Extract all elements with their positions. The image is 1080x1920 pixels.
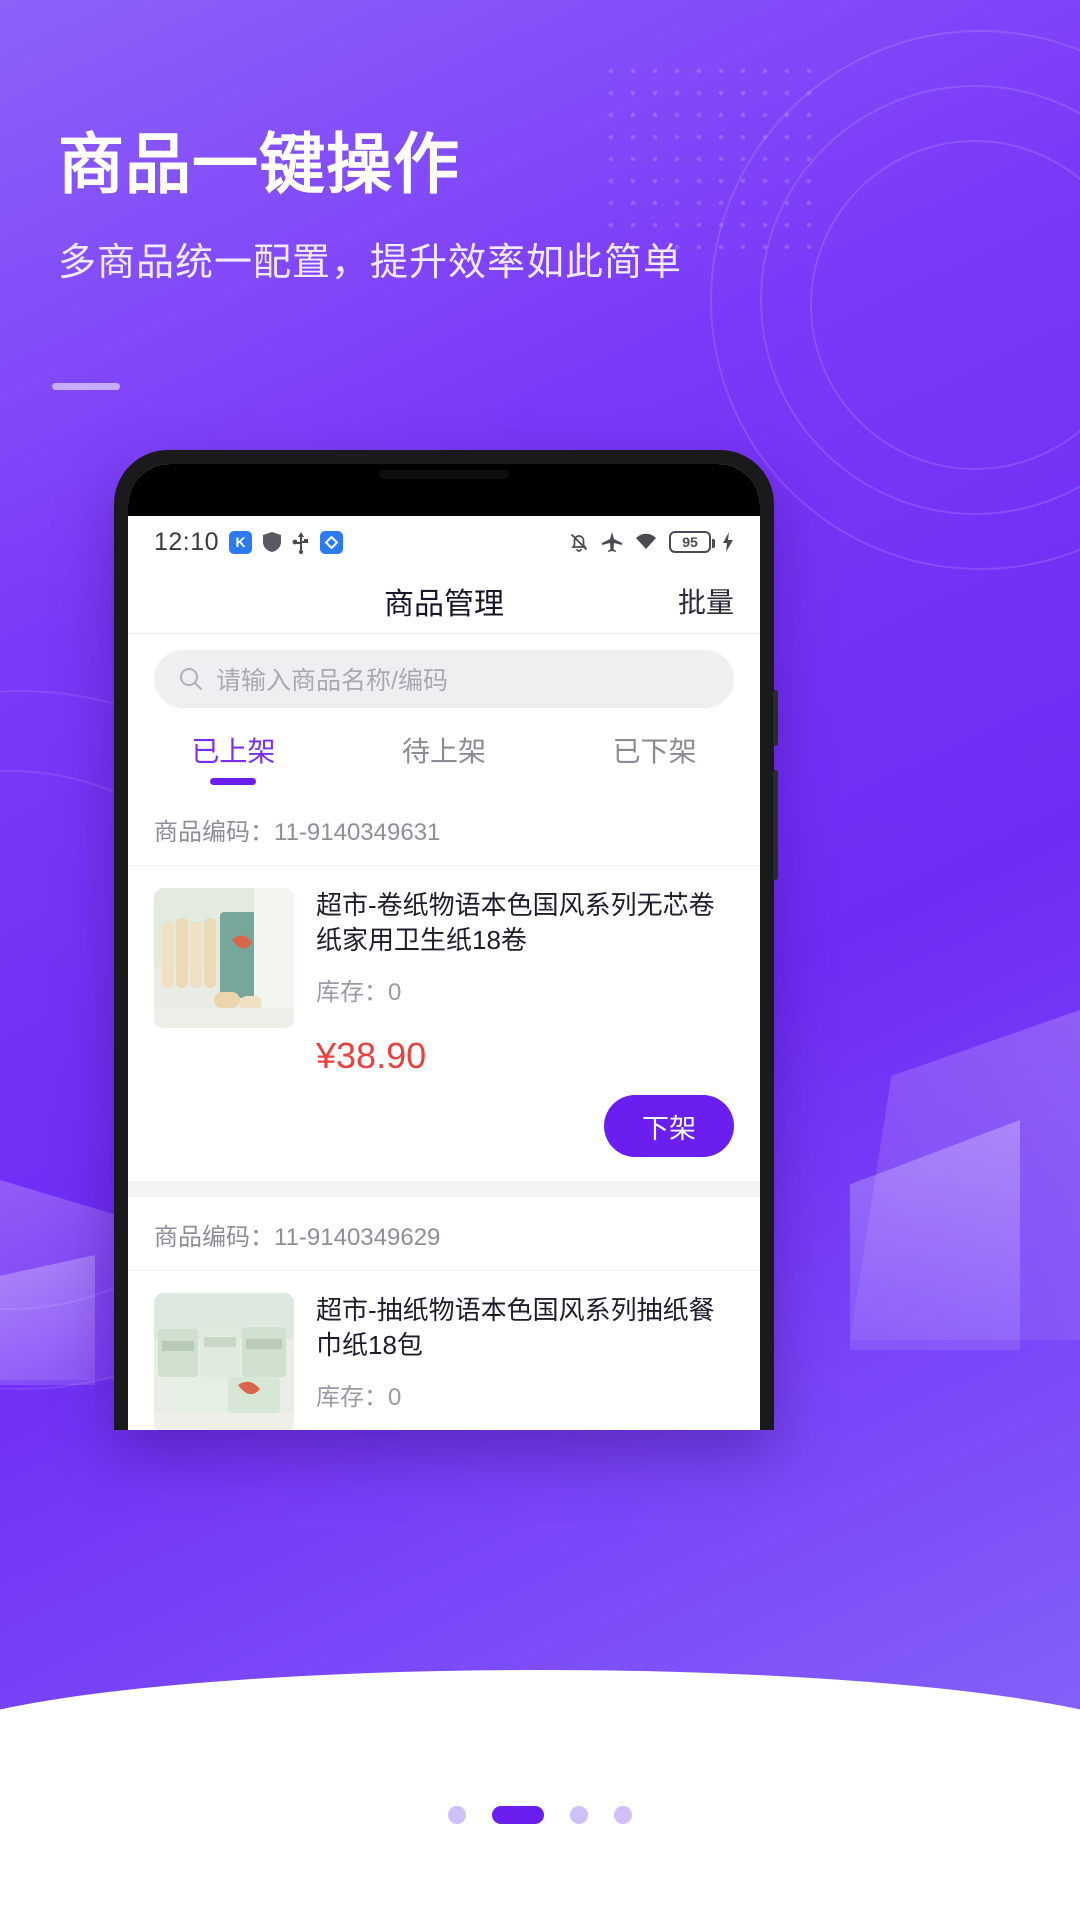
tab-label: 待上架 xyxy=(402,735,487,767)
product-stock: 库存：0 xyxy=(316,972,734,1007)
battery-icon: 95 xyxy=(669,531,715,553)
product-stock-label: 库存： xyxy=(316,1384,388,1412)
bottom-curve-overlay xyxy=(0,1670,1080,1920)
search-icon xyxy=(178,666,204,692)
product-info: 超市-抽纸物语本色国风系列抽纸餐巾纸18包 库存：0 xyxy=(316,1293,734,1430)
search-section: 请输入商品名称/编码 xyxy=(128,634,760,722)
phone-mockup: 12:10 K 95 商品管理 批量 请输入商品名称/编码 已上架 待上架 已下… xyxy=(114,450,778,1430)
status-tabs: 已上架 待上架 已下架 xyxy=(128,722,760,792)
tab-off-shelf[interactable]: 已下架 xyxy=(549,722,760,792)
pagination-dot-active[interactable] xyxy=(492,1806,544,1824)
pagination-dot[interactable] xyxy=(448,1806,466,1824)
product-thumbnail[interactable] xyxy=(154,1293,294,1430)
phone-volume-button xyxy=(773,690,778,746)
pagination-dot[interactable] xyxy=(614,1806,632,1824)
product-stock: 库存：0 xyxy=(316,1377,734,1412)
battery-level: 95 xyxy=(682,534,698,550)
product-thumbnail[interactable] xyxy=(154,888,294,1028)
take-off-shelf-button[interactable]: 下架 xyxy=(604,1095,734,1158)
product-title: 超市-抽纸物语本色国风系列抽纸餐巾纸18包 xyxy=(316,1295,715,1361)
status-bar: 12:10 K 95 xyxy=(128,516,760,568)
product-code-value: 11-9140349631 xyxy=(274,819,441,846)
phone-notch xyxy=(128,464,760,516)
search-input[interactable]: 请输入商品名称/编码 xyxy=(154,650,734,708)
product-card[interactable]: 商品编码：11-9140349629 超市-抽纸物语本色国风系列抽纸餐巾纸18包… xyxy=(128,1197,760,1430)
decorative-polygon xyxy=(0,1255,95,1385)
product-code-row: 商品编码：11-9140349631 xyxy=(128,792,760,866)
tab-active-underline xyxy=(210,777,257,785)
product-actions: 下架 xyxy=(128,1077,760,1181)
promo-subheadline: 多商品统一配置，提升效率如此简单 xyxy=(58,241,683,284)
phone-power-button xyxy=(773,770,778,880)
charging-bolt-icon xyxy=(722,531,734,553)
status-clock: 12:10 xyxy=(154,527,220,556)
product-list[interactable]: 商品编码：11-9140349631 超市-卷纸物语本色国风系列无芯卷纸家用卫生… xyxy=(128,792,760,1430)
promo-headline: 商品一键操作 xyxy=(58,127,460,201)
product-code-label: 商品编码： xyxy=(154,819,274,846)
usb-icon xyxy=(292,531,310,554)
pagination-dot[interactable] xyxy=(570,1806,588,1824)
product-stock-value: 0 xyxy=(388,1384,402,1412)
product-card-body: 超市-抽纸物语本色国风系列抽纸餐巾纸18包 库存：0 xyxy=(128,1271,760,1430)
product-code-value: 11-9140349629 xyxy=(274,1224,441,1252)
k-app-icon: K xyxy=(229,530,253,554)
tab-active-underline xyxy=(421,778,467,785)
decorative-polygon xyxy=(850,1120,1020,1350)
product-stock-value: 0 xyxy=(388,979,402,1007)
product-price: ¥38.90 xyxy=(316,1035,427,1077)
product-code-label: 商品编码： xyxy=(154,1224,274,1252)
search-placeholder: 请输入商品名称/编码 xyxy=(216,667,448,695)
tab-active-underline xyxy=(632,778,678,785)
tab-label: 已上架 xyxy=(191,735,276,767)
tab-on-shelf[interactable]: 已上架 xyxy=(128,722,339,792)
shield-icon xyxy=(262,531,282,553)
tab-pending-shelf[interactable]: 待上架 xyxy=(339,722,550,792)
pagination-dots xyxy=(0,1806,1080,1824)
status-bar-right: 95 xyxy=(568,531,734,553)
promo-accent-bar xyxy=(52,383,120,390)
wifi-icon xyxy=(634,532,658,552)
product-title: 超市-卷纸物语本色国风系列无芯卷纸家用卫生纸18卷 xyxy=(316,890,715,956)
product-card[interactable]: 商品编码：11-9140349631 超市-卷纸物语本色国风系列无芯卷纸家用卫生… xyxy=(128,792,760,1182)
page-title: 商品管理 xyxy=(384,587,504,621)
product-stock-label: 库存： xyxy=(316,979,388,1007)
bell-off-icon xyxy=(568,531,590,553)
airplane-mode-icon xyxy=(601,531,623,553)
batch-button[interactable]: 批量 xyxy=(678,581,734,621)
promo-copy: 商品一键操作 多商品统一配置，提升效率如此简单 xyxy=(58,128,682,286)
product-info: 超市-卷纸物语本色国风系列无芯卷纸家用卫生纸18卷 库存：0 ¥38.90 xyxy=(316,888,734,1077)
earpiece-speaker xyxy=(379,470,509,479)
status-bar-left: 12:10 K xyxy=(154,527,344,557)
app-header: 商品管理 批量 xyxy=(128,568,760,634)
diamond-app-icon xyxy=(320,530,344,554)
phone-screen: 12:10 K 95 商品管理 批量 请输入商品名称/编码 已上架 待上架 已下… xyxy=(128,464,760,1430)
tab-label: 已下架 xyxy=(612,735,697,767)
product-code-row: 商品编码：11-9140349629 xyxy=(128,1197,760,1272)
product-card-body: 超市-卷纸物语本色国风系列无芯卷纸家用卫生纸18卷 库存：0 ¥38.90 xyxy=(128,866,760,1077)
